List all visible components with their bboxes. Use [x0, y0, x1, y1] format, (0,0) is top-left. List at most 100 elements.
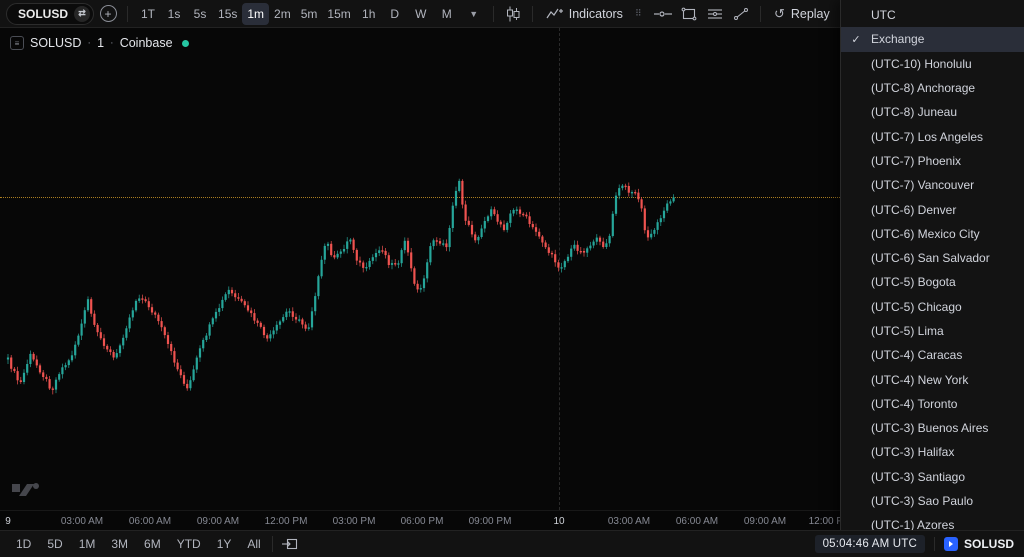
- timezone-option-label: (UTC-4) Toronto: [871, 397, 957, 411]
- timeframe-15m[interactable]: 15m: [322, 3, 355, 25]
- clock[interactable]: 05:04:46 AM UTC: [815, 535, 925, 553]
- timezone-option[interactable]: (UTC-4) New York: [841, 367, 1024, 391]
- timezone-option[interactable]: (UTC-3) Santiago: [841, 465, 1024, 489]
- time-axis[interactable]: 903:00 AM06:00 AM09:00 AM12:00 PM03:00 P…: [0, 510, 840, 531]
- check-icon: ✓: [841, 33, 871, 46]
- timezone-option[interactable]: (UTC-6) Denver: [841, 197, 1024, 221]
- timezone-option[interactable]: ✓Exchange: [841, 27, 1024, 51]
- timezone-option[interactable]: (UTC-5) Bogota: [841, 270, 1024, 294]
- timezone-option-label: Exchange: [871, 32, 924, 46]
- timezone-option[interactable]: (UTC-3) Halifax: [841, 440, 1024, 464]
- rectangle-icon: [681, 7, 697, 21]
- timezone-option[interactable]: (UTC-8) Anchorage: [841, 76, 1024, 100]
- chart-style-button[interactable]: [501, 2, 525, 26]
- active-symbol-chip[interactable]: SOLUSD: [944, 537, 1014, 551]
- timeframe-1T[interactable]: 1T: [135, 3, 161, 25]
- timezone-option[interactable]: (UTC-6) San Salvador: [841, 246, 1024, 270]
- toolbar-drag-handle[interactable]: ⠿: [635, 11, 645, 17]
- range-1Y[interactable]: 1Y: [211, 534, 238, 554]
- timezone-option-label: (UTC-7) Vancouver: [871, 178, 974, 192]
- timezone-option[interactable]: (UTC-7) Vancouver: [841, 173, 1024, 197]
- market-status-dot: [182, 40, 189, 47]
- chart-legend[interactable]: ≡ SOLUSD · 1 · Coinbase: [10, 36, 189, 50]
- toolbar-divider: [760, 6, 761, 22]
- range-YTD[interactable]: YTD: [171, 534, 207, 554]
- chart-pane[interactable]: ≡ SOLUSD · 1 · Coinbase: [0, 28, 840, 510]
- range-1D[interactable]: 1D: [10, 534, 37, 554]
- legend-symbol[interactable]: SOLUSD: [30, 36, 81, 50]
- timezone-option-label: (UTC-4) Caracas: [871, 348, 962, 362]
- legend-interval[interactable]: 1: [97, 36, 104, 50]
- time-axis-label: 09:00 PM: [469, 516, 512, 527]
- timezone-option[interactable]: (UTC-5) Chicago: [841, 295, 1024, 319]
- time-axis-label: 10: [553, 516, 564, 527]
- timezone-option-label: UTC: [871, 8, 896, 22]
- compare-add-button[interactable]: +: [96, 2, 120, 26]
- bottombar-right-cluster: 05:04:46 AM UTC SOLUSD: [815, 535, 1014, 553]
- timeframe-15s[interactable]: 15s: [213, 3, 242, 25]
- timeframe-M[interactable]: M: [434, 3, 460, 25]
- timezone-option[interactable]: (UTC-7) Los Angeles: [841, 124, 1024, 148]
- range-5D[interactable]: 5D: [41, 534, 68, 554]
- horizontal-line-tool-button[interactable]: [651, 2, 675, 26]
- timezone-option-label: (UTC-7) Los Angeles: [871, 130, 983, 144]
- timeframe-5s[interactable]: 5s: [187, 3, 213, 25]
- timeframe-menu-button[interactable]: ▼: [462, 2, 486, 26]
- range-1M[interactable]: 1M: [73, 534, 102, 554]
- trend-line-icon: [733, 7, 749, 21]
- timeframe-D[interactable]: D: [382, 3, 408, 25]
- range-group: 1D5D1M3M6MYTD1YAll: [10, 534, 267, 554]
- timezone-option[interactable]: (UTC-8) Juneau: [841, 100, 1024, 124]
- time-axis-label: 09:00 AM: [744, 516, 786, 527]
- range-All[interactable]: All: [241, 534, 266, 554]
- rectangle-tool-button[interactable]: [677, 2, 701, 26]
- timeframe-1m[interactable]: 1m: [242, 3, 269, 25]
- range-6M[interactable]: 6M: [138, 534, 167, 554]
- tradingview-logo[interactable]: [12, 480, 42, 496]
- timezone-option-label: (UTC-6) Mexico City: [871, 227, 980, 241]
- timezone-option[interactable]: (UTC-7) Phoenix: [841, 149, 1024, 173]
- symbol-swap-icon[interactable]: ⇄: [74, 6, 90, 22]
- range-3M[interactable]: 3M: [105, 534, 134, 554]
- go-to-date-icon: [282, 537, 298, 551]
- timezone-menu-list: UTC✓Exchange(UTC-10) Honolulu(UTC-8) Anc…: [841, 3, 1024, 531]
- timeframe-W[interactable]: W: [408, 3, 434, 25]
- timezone-option[interactable]: (UTC-5) Lima: [841, 319, 1024, 343]
- toolbar-divider: [272, 536, 273, 552]
- time-axis-label: 06:00 AM: [676, 516, 718, 527]
- time-axis-label: 03:00 AM: [608, 516, 650, 527]
- toolbar-divider: [127, 6, 128, 22]
- timezone-option-label: (UTC-8) Anchorage: [871, 81, 975, 95]
- timeframe-1s[interactable]: 1s: [161, 3, 187, 25]
- timeframe-1h[interactable]: 1h: [356, 3, 382, 25]
- go-to-date-button[interactable]: [278, 532, 302, 556]
- time-axis-label: 03:00 PM: [333, 516, 376, 527]
- timezone-option[interactable]: (UTC-4) Toronto: [841, 392, 1024, 416]
- timezone-option[interactable]: (UTC-3) Buenos Aires: [841, 416, 1024, 440]
- timezone-option[interactable]: (UTC-3) Sao Paulo: [841, 489, 1024, 513]
- timezone-option[interactable]: UTC: [841, 3, 1024, 27]
- indicators-button[interactable]: Indicators: [540, 2, 629, 26]
- timezone-option[interactable]: (UTC-4) Caracas: [841, 343, 1024, 367]
- replay-button[interactable]: ↺ Replay: [768, 2, 836, 26]
- legend-exchange[interactable]: Coinbase: [120, 36, 173, 50]
- legend-separator: ·: [110, 37, 114, 49]
- timeframe-5m[interactable]: 5m: [296, 3, 323, 25]
- timeframe-2m[interactable]: 2m: [269, 3, 296, 25]
- parallel-lines-tool-button[interactable]: [703, 2, 727, 26]
- timezone-option-label: (UTC-5) Lima: [871, 324, 944, 338]
- symbol-search-box[interactable]: SOLUSD ⇄: [6, 3, 94, 25]
- timezone-option-label: (UTC-6) Denver: [871, 203, 956, 217]
- chevron-down-icon: ▼: [469, 9, 478, 19]
- timeframe-group: 1T1s5s15s1m2m5m15m1hDWM: [135, 3, 460, 25]
- timezone-option[interactable]: (UTC-10) Honolulu: [841, 52, 1024, 76]
- trend-line-tool-button[interactable]: [729, 2, 753, 26]
- legend-menu-icon[interactable]: ≡: [10, 36, 24, 50]
- trading-app-window: SOLUSD ⇄ + 1T1s5s15s1m2m5m15m1hDWM ▼: [0, 0, 1024, 557]
- legend-separator: ·: [87, 37, 91, 49]
- timezone-option[interactable]: (UTC-1) Azores: [841, 513, 1024, 531]
- time-axis-label: 9: [5, 516, 11, 527]
- symbol-logo-icon: [944, 537, 958, 551]
- timezone-option[interactable]: (UTC-6) Mexico City: [841, 222, 1024, 246]
- timezone-option-label: (UTC-6) San Salvador: [871, 251, 990, 265]
